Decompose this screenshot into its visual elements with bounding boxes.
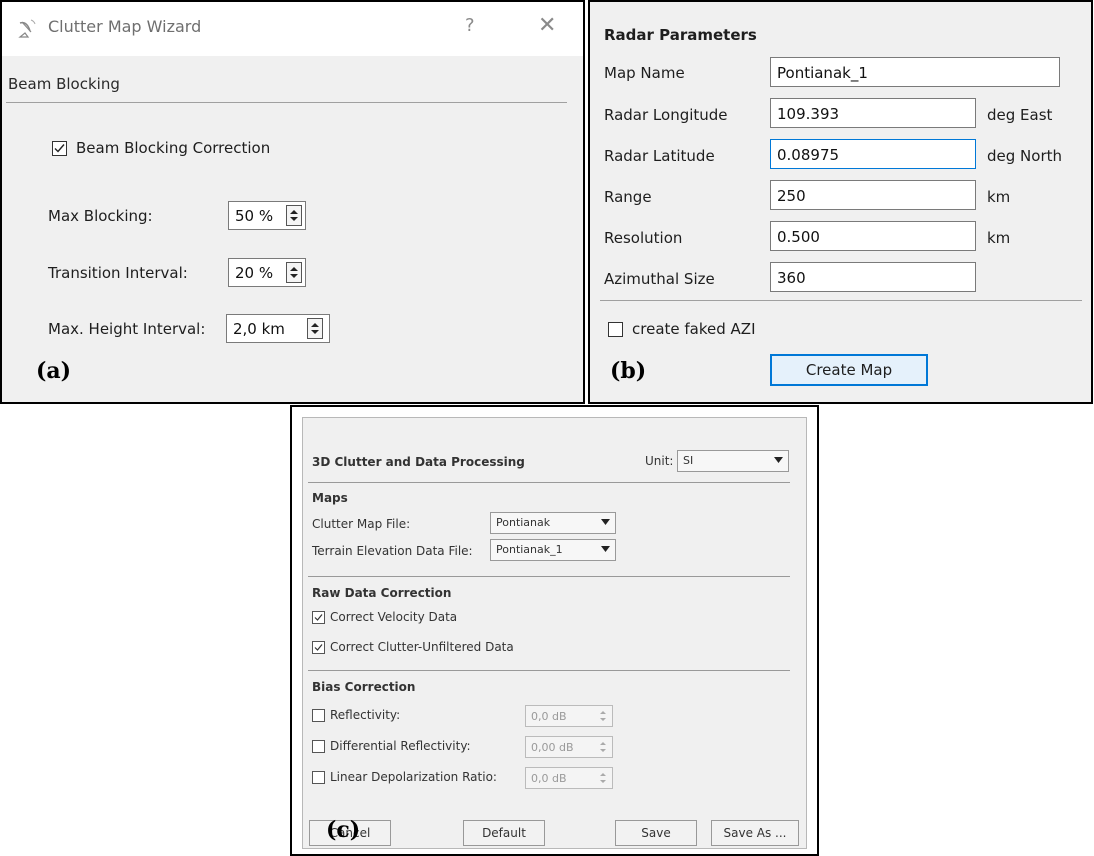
resolution-unit: km <box>987 229 1011 247</box>
longitude-unit: deg East <box>987 106 1053 124</box>
radar-dish-icon <box>18 19 36 38</box>
save-as-button[interactable]: Save As ... <box>711 820 799 846</box>
max-blocking-spinbox[interactable]: 50 % <box>228 201 306 230</box>
radar-latitude-input[interactable]: 0.08975 <box>770 139 976 169</box>
correct-velocity-checkbox[interactable] <box>312 611 325 624</box>
unit-combobox[interactable]: SI <box>677 450 789 472</box>
title-bar: Clutter Map Wizard ? ✕ <box>2 2 583 56</box>
correct-velocity-label: Correct Velocity Data <box>330 610 458 624</box>
spin-arrows-icon[interactable] <box>286 205 302 226</box>
help-icon[interactable]: ? <box>465 15 475 36</box>
max-height-interval-spinbox[interactable]: 2,0 km <box>226 314 330 343</box>
processing-dialog: 3D Clutter and Data Processing Unit: SI … <box>302 417 807 849</box>
max-blocking-value: 50 % <box>235 207 274 225</box>
bias-correction-heading: Bias Correction <box>312 680 416 694</box>
range-value: 250 <box>777 187 806 205</box>
clutter-map-label: Clutter Map File: <box>312 517 411 531</box>
spin-arrows-icon[interactable] <box>597 771 609 785</box>
radar-longitude-input[interactable]: 109.393 <box>770 98 976 128</box>
checkmark-icon <box>314 614 323 621</box>
section-divider <box>308 576 790 577</box>
save-button[interactable]: Save <box>615 820 697 846</box>
max-height-interval-label: Max. Height Interval: <box>48 320 206 338</box>
unit-label: Unit: <box>645 454 674 468</box>
differential-reflectivity-checkbox[interactable] <box>312 740 325 753</box>
window-title: Clutter Map Wizard <box>48 17 202 36</box>
section-divider <box>308 482 790 483</box>
maps-heading: Maps <box>312 491 348 505</box>
linear-depolarization-checkbox[interactable] <box>312 771 325 784</box>
radar-longitude-label: Radar Longitude <box>604 106 728 124</box>
default-button[interactable]: Default <box>463 820 545 846</box>
section-title: Beam Blocking <box>8 75 120 93</box>
azimuthal-size-input[interactable]: 360 <box>770 262 976 292</box>
close-icon[interactable]: ✕ <box>538 13 556 38</box>
spin-arrows-icon[interactable] <box>597 740 609 754</box>
differential-reflectivity-value: 0,00 dB <box>531 741 574 754</box>
radar-latitude-label: Radar Latitude <box>604 147 715 165</box>
differential-reflectivity-label: Differential Reflectivity: <box>330 739 471 753</box>
map-name-label: Map Name <box>604 64 685 82</box>
range-unit: km <box>987 188 1011 206</box>
create-faked-azi-checkbox[interactable] <box>608 322 623 337</box>
resolution-input[interactable]: 0.500 <box>770 221 976 251</box>
reflectivity-checkbox[interactable] <box>312 709 325 722</box>
clutter-processing-panel: 3D Clutter and Data Processing Unit: SI … <box>290 405 819 856</box>
section-title: Radar Parameters <box>604 26 757 44</box>
spin-arrows-icon[interactable] <box>597 709 609 723</box>
spin-arrows-icon[interactable] <box>286 262 302 283</box>
radar-longitude-value: 109.393 <box>777 105 840 123</box>
range-label: Range <box>604 188 652 206</box>
beam-blocking-checkbox[interactable] <box>52 141 67 156</box>
resolution-label: Resolution <box>604 229 683 247</box>
clutter-map-combobox[interactable]: Pontianak <box>490 512 616 534</box>
linear-depolarization-spinbox[interactable]: 0,0 dB <box>525 767 613 789</box>
checkmark-icon <box>54 144 65 153</box>
terrain-elevation-combobox[interactable]: Pontianak_1 <box>490 539 616 561</box>
unit-value: SI <box>683 454 694 467</box>
transition-interval-label: Transition Interval: <box>48 264 188 282</box>
panel-tag-a: (a) <box>36 358 72 384</box>
linear-depolarization-label: Linear Depolarization Ratio: <box>330 770 497 784</box>
reflectivity-value: 0,0 dB <box>531 710 567 723</box>
max-blocking-label: Max Blocking: <box>48 207 153 225</box>
latitude-unit: deg North <box>987 147 1062 165</box>
section-divider <box>600 300 1082 301</box>
map-name-value: Pontianak_1 <box>777 64 868 82</box>
terrain-elevation-value: Pontianak_1 <box>496 543 563 556</box>
beam-blocking-label: Beam Blocking Correction <box>76 139 271 157</box>
dialog-title: 3D Clutter and Data Processing <box>312 455 525 469</box>
correct-clutter-unfiltered-label: Correct Clutter-Unfiltered Data <box>330 640 514 654</box>
terrain-elevation-label: Terrain Elevation Data File: <box>312 544 473 558</box>
transition-interval-spinbox[interactable]: 20 % <box>228 258 306 287</box>
differential-reflectivity-spinbox[interactable]: 0,00 dB <box>525 736 613 758</box>
radar-parameters-panel: Radar Parameters Map Name Pontianak_1 Ra… <box>588 0 1093 404</box>
resolution-value: 0.500 <box>777 228 820 246</box>
chevron-down-icon <box>601 546 610 552</box>
panel-tag-c: (c) <box>326 817 361 843</box>
clutter-map-wizard-panel: Clutter Map Wizard ? ✕ Beam Blocking Bea… <box>0 0 585 404</box>
raw-data-heading: Raw Data Correction <box>312 586 452 600</box>
clutter-map-value: Pontianak <box>496 516 551 529</box>
map-name-input[interactable]: Pontianak_1 <box>770 57 1060 87</box>
section-divider <box>6 102 567 103</box>
chevron-down-icon <box>774 457 783 463</box>
correct-clutter-unfiltered-checkbox[interactable] <box>312 641 325 654</box>
checkmark-icon <box>314 644 323 651</box>
create-faked-azi-label: create faked AZI <box>632 320 756 338</box>
max-height-interval-value: 2,0 km <box>233 320 285 338</box>
reflectivity-label: Reflectivity: <box>330 708 401 722</box>
create-map-button[interactable]: Create Map <box>770 354 928 386</box>
range-input[interactable]: 250 <box>770 180 976 210</box>
azimuthal-size-label: Azimuthal Size <box>604 270 715 288</box>
azimuthal-size-value: 360 <box>777 269 806 287</box>
chevron-down-icon <box>601 519 610 525</box>
reflectivity-spinbox[interactable]: 0,0 dB <box>525 705 613 727</box>
section-divider <box>308 670 790 671</box>
transition-interval-value: 20 % <box>235 264 274 282</box>
radar-latitude-value: 0.08975 <box>777 146 840 164</box>
panel-tag-b: (b) <box>610 358 647 384</box>
linear-depolarization-value: 0,0 dB <box>531 772 567 785</box>
spin-arrows-icon[interactable] <box>307 318 323 339</box>
